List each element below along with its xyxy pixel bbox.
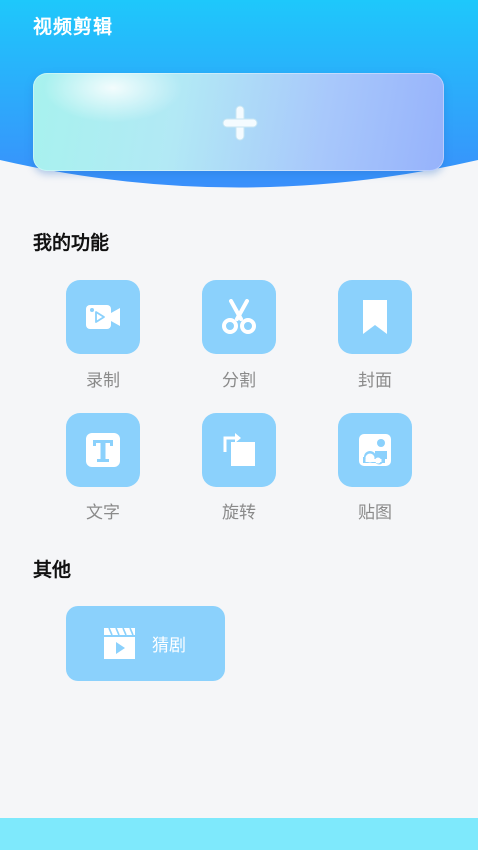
guess-drama-button[interactable]: 猜剧	[66, 606, 225, 681]
sticker-label: 贴图	[358, 503, 392, 523]
video-camera-icon	[86, 305, 120, 329]
rotate-icon	[223, 433, 255, 466]
card-glow	[43, 73, 183, 123]
rotate-button[interactable]	[202, 413, 276, 487]
sticker-image-icon	[359, 434, 391, 466]
sticker-button[interactable]	[338, 413, 412, 487]
split-label: 分割	[222, 371, 256, 391]
bookmark-icon	[363, 300, 387, 334]
bottom-bar	[0, 818, 478, 850]
clapperboard-play-icon	[104, 627, 135, 659]
text-button[interactable]	[66, 413, 140, 487]
record-button[interactable]	[66, 280, 140, 354]
my-functions-title: 我的功能	[33, 232, 110, 254]
plus-icon	[222, 105, 258, 141]
text-label: 文字	[86, 503, 120, 523]
rotate-label: 旋转	[222, 503, 256, 523]
others-title: 其他	[33, 559, 72, 581]
cover-label: 封面	[358, 371, 392, 391]
text-icon	[86, 433, 120, 467]
record-label: 录制	[86, 371, 120, 391]
scissors-icon	[222, 299, 256, 334]
split-button[interactable]	[202, 280, 276, 354]
guess-drama-label: 猜剧	[152, 636, 186, 656]
cover-button[interactable]	[338, 280, 412, 354]
app-title: 视频剪辑	[33, 16, 114, 38]
add-video-card[interactable]	[33, 73, 444, 171]
